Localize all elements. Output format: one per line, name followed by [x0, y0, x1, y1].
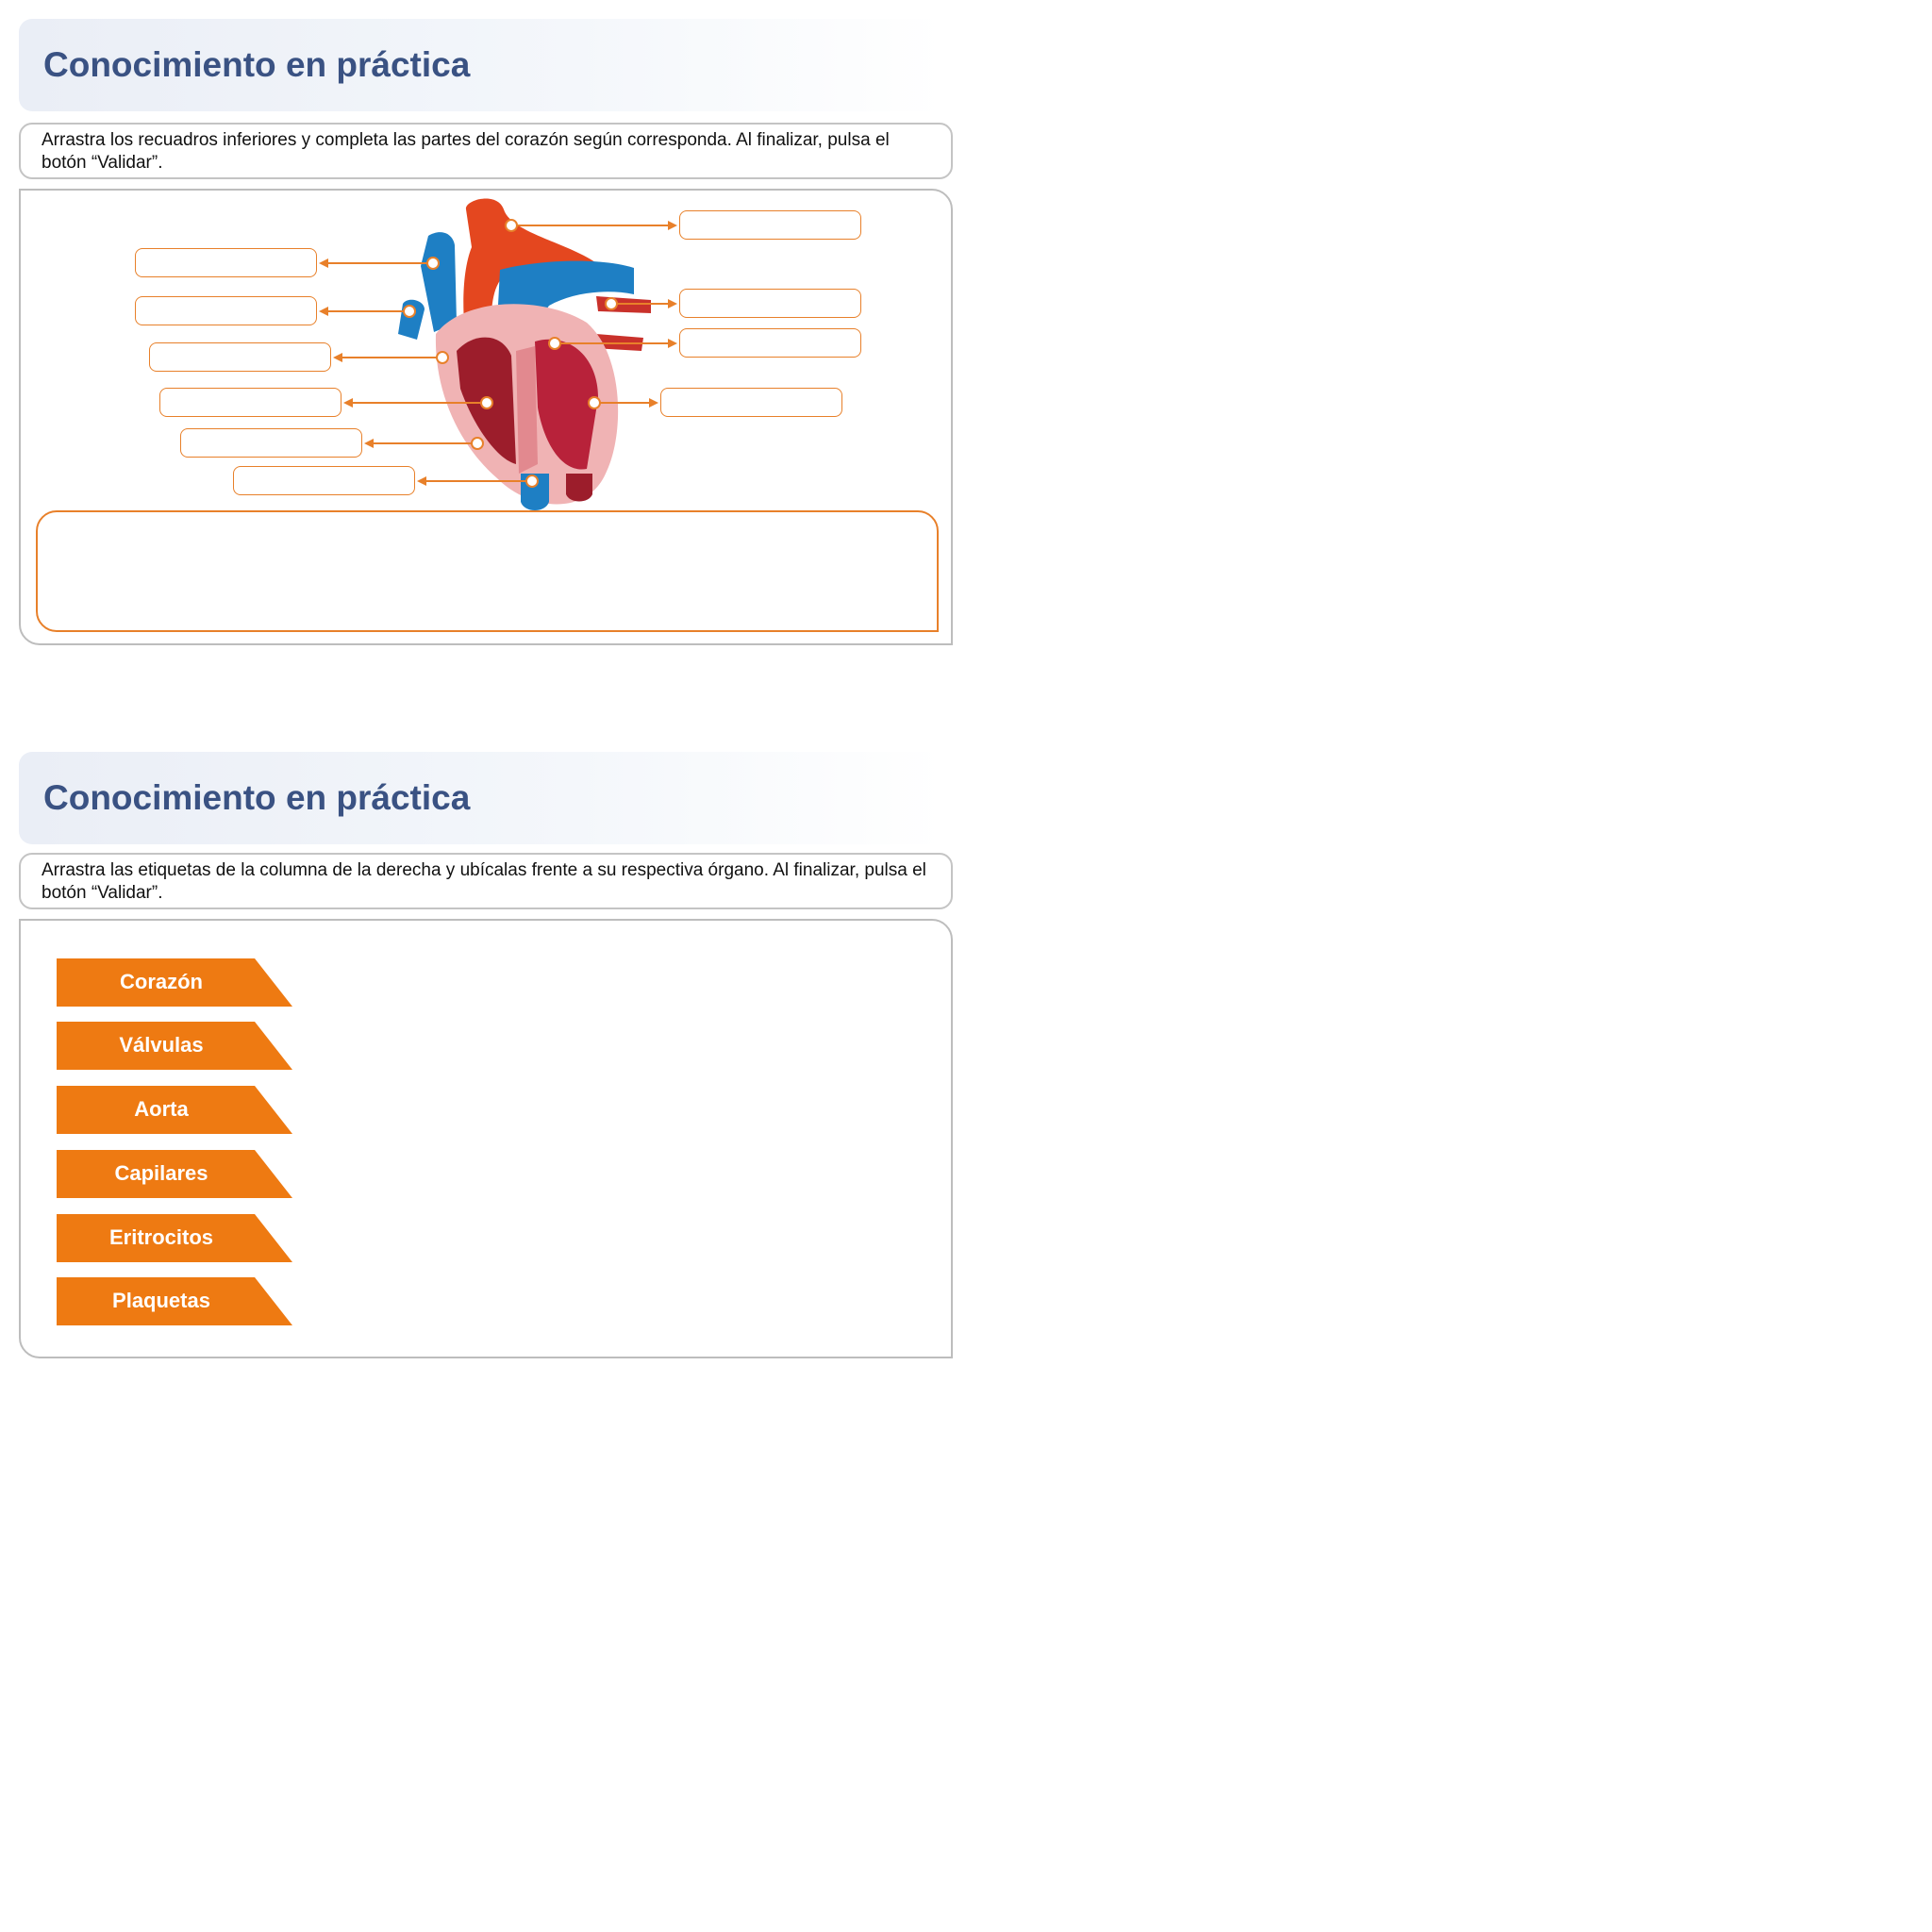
marker-dot [436, 351, 449, 364]
section1-title: Conocimiento en práctica [43, 45, 471, 84]
label-slot-3[interactable] [679, 328, 861, 358]
marker-dot [548, 337, 561, 350]
tag-valvulas[interactable]: Válvulas [57, 1022, 292, 1070]
tag-label: Aorta [134, 1097, 189, 1121]
section2-header: Conocimiento en práctica [19, 752, 943, 844]
tag-label: Plaquetas [112, 1289, 210, 1312]
marker-dot [426, 257, 440, 270]
tag-aorta[interactable]: Aorta [57, 1086, 292, 1134]
marker-dot [480, 396, 493, 409]
marker-dot [403, 305, 416, 318]
marker-dot [588, 396, 601, 409]
label-slot-9[interactable] [180, 428, 362, 458]
tags-card: Corazón Válvulas Aorta Capilares Eritroc… [19, 919, 953, 1358]
label-slot-10[interactable] [233, 466, 415, 495]
marker-dot [605, 297, 618, 310]
marker-dot [471, 437, 484, 450]
tag-label: Eritrocitos [108, 1225, 214, 1249]
tag-eritrocitos[interactable]: Eritrocitos [57, 1214, 292, 1262]
section2-title: Conocimiento en práctica [43, 778, 471, 817]
answer-tray[interactable] [36, 510, 939, 632]
tag-corazon[interactable]: Corazón [57, 958, 292, 1007]
septum-shape [516, 346, 538, 474]
tag-label: Válvulas [119, 1033, 204, 1057]
label-slot-5[interactable] [135, 248, 317, 277]
marker-dot [525, 475, 539, 488]
label-slot-6[interactable] [135, 296, 317, 325]
section1-instruction: Arrastra los recuadros inferiores y comp… [19, 123, 953, 179]
marker-dot [505, 219, 518, 232]
tag-label: Corazón [120, 970, 203, 993]
superior-vena-cava-shape [421, 232, 457, 332]
tag-plaquetas[interactable]: Plaquetas [57, 1277, 292, 1325]
section1-header: Conocimiento en práctica [19, 19, 943, 111]
label-slot-1[interactable] [679, 210, 861, 240]
descending-aorta-shape [566, 474, 592, 502]
label-slot-2[interactable] [679, 289, 861, 318]
label-slot-8[interactable] [159, 388, 341, 417]
label-slot-4[interactable] [660, 388, 842, 417]
tag-capilares[interactable]: Capilares [57, 1150, 292, 1198]
section2-instruction: Arrastra las etiquetas de la columna de … [19, 853, 953, 909]
label-slot-7[interactable] [149, 342, 331, 372]
heart-diagram-card [19, 189, 953, 645]
tag-label: Capilares [114, 1161, 208, 1185]
